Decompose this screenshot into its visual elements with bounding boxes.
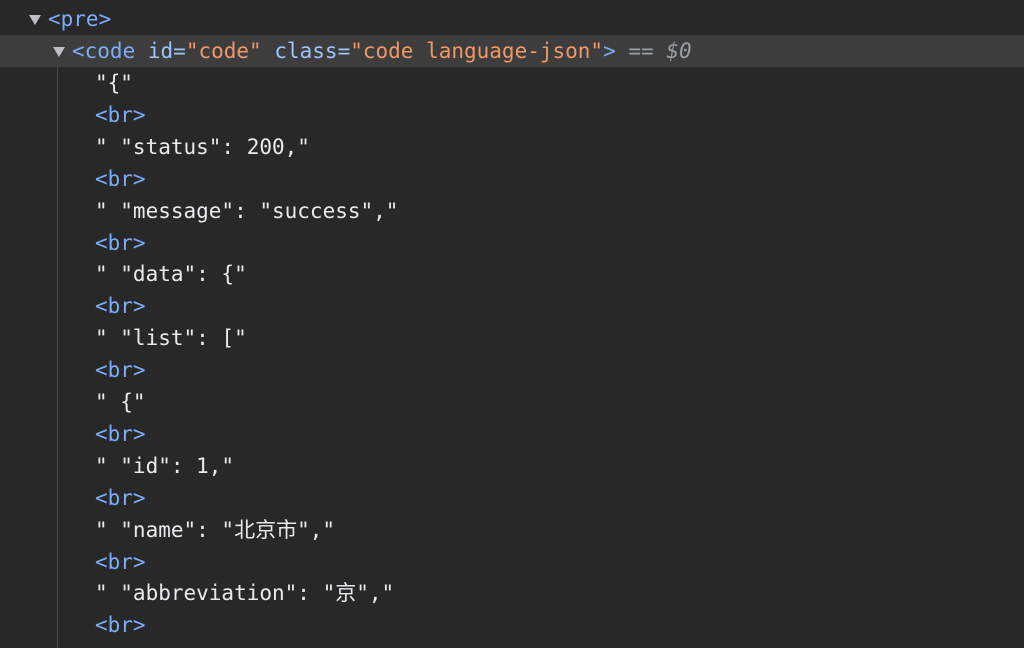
dom-node-text[interactable]: " "abbreviation": "京"," xyxy=(0,577,1024,609)
code-tag-open: <code xyxy=(72,39,136,63)
dom-node-code[interactable]: <code id="code" class="code language-jso… xyxy=(0,35,1024,67)
dom-node-text[interactable]: " "data": {" xyxy=(0,258,1024,290)
br-tag[interactable]: <br> xyxy=(95,290,146,322)
text-node-value[interactable]: " "list": [" xyxy=(95,322,247,354)
text-node-value[interactable]: " {" xyxy=(95,386,146,418)
br-tag[interactable]: <br> xyxy=(95,418,146,450)
br-tag[interactable]: <br> xyxy=(95,163,146,195)
dom-node-br[interactable]: <br> xyxy=(0,354,1024,386)
pre-tag[interactable]: <pre> xyxy=(48,3,111,35)
expand-triangle-icon[interactable] xyxy=(53,47,65,57)
text-node-value[interactable]: " "abbreviation": "京"," xyxy=(95,577,394,609)
dom-node-br[interactable]: <br> xyxy=(0,290,1024,322)
id-attr-name[interactable]: id xyxy=(148,39,173,63)
code-tag-close: > xyxy=(603,39,616,63)
dom-node-br[interactable]: <br> xyxy=(0,418,1024,450)
class-attr-name[interactable]: class xyxy=(274,39,337,63)
code-tag-line[interactable]: <code id="code" class="code language-jso… xyxy=(72,35,692,67)
text-node-value[interactable]: " "id": 1," xyxy=(95,450,234,482)
br-tag[interactable]: <br> xyxy=(95,609,146,641)
dom-node-br[interactable]: <br> xyxy=(0,163,1024,195)
dom-node-br[interactable]: <br> xyxy=(0,99,1024,131)
equals-sign: = xyxy=(337,39,351,63)
dom-node-br[interactable]: <br> xyxy=(0,227,1024,259)
dom-node-text[interactable]: " "list": [" xyxy=(0,322,1024,354)
dom-node-text[interactable]: " "name": "北京市"," xyxy=(0,514,1024,546)
text-node-value[interactable]: " "data": {" xyxy=(95,258,247,290)
text-node-value[interactable]: " "status": 200," xyxy=(95,131,310,163)
br-tag[interactable]: <br> xyxy=(95,546,146,578)
id-attr-value[interactable]: "code" xyxy=(186,39,262,63)
br-tag[interactable]: <br> xyxy=(95,482,146,514)
expand-triangle-icon[interactable] xyxy=(29,15,41,25)
br-tag[interactable]: <br> xyxy=(95,99,146,131)
dom-node-pre[interactable]: <pre> xyxy=(0,3,1024,35)
dom-node-br[interactable]: <br> xyxy=(0,546,1024,578)
selected-var: $0 xyxy=(666,39,692,63)
dom-node-text[interactable]: " "status": 200," xyxy=(0,131,1024,163)
br-tag[interactable]: <br> xyxy=(95,227,146,259)
text-node-value[interactable]: " "message": "success"," xyxy=(95,195,398,227)
text-node-value[interactable]: "{" xyxy=(95,67,133,99)
dom-node-text[interactable]: "{" xyxy=(0,67,1024,99)
dom-node-br[interactable]: <br> xyxy=(0,482,1024,514)
class-attr-value[interactable]: "code language-json" xyxy=(350,39,603,63)
dom-node-text[interactable]: " {" xyxy=(0,386,1024,418)
dom-node-br[interactable]: <br> xyxy=(0,609,1024,641)
selected-marker: == xyxy=(628,39,654,63)
equals-sign: = xyxy=(173,39,186,63)
dom-node-text[interactable]: " "id": 1," xyxy=(0,450,1024,482)
text-node-value[interactable]: " "name": "北京市"," xyxy=(95,514,335,546)
br-tag[interactable]: <br> xyxy=(95,354,146,386)
dom-node-text[interactable]: " "message": "success"," xyxy=(0,195,1024,227)
